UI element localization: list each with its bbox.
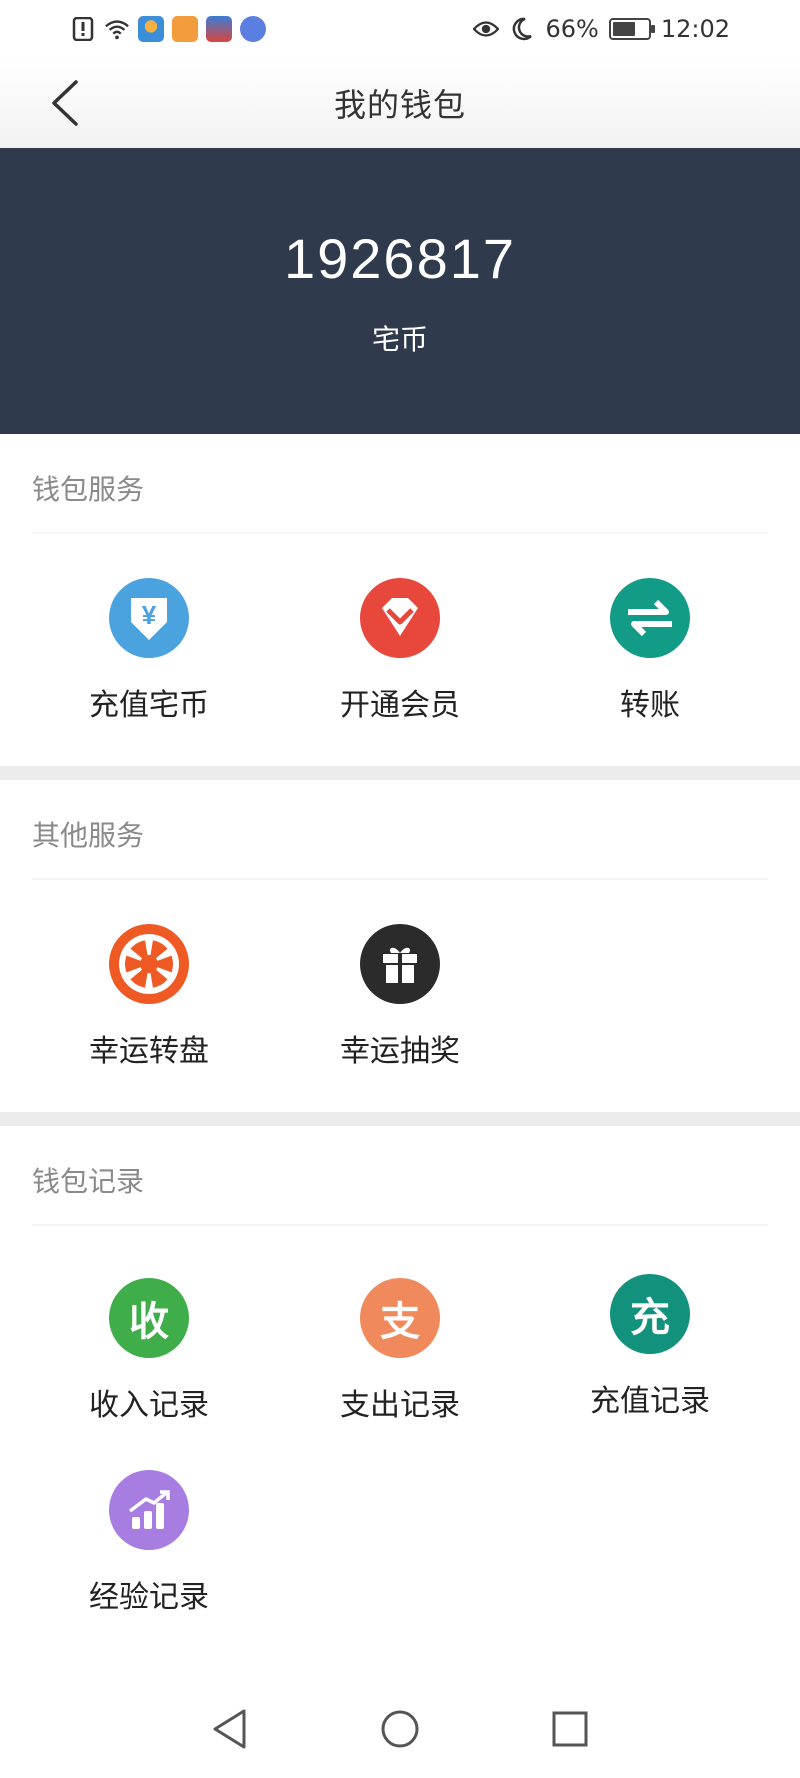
expense-icon: 支	[360, 1278, 440, 1358]
music-icon	[240, 16, 266, 42]
chevron-left-icon	[52, 80, 78, 126]
section-divider	[32, 1224, 768, 1226]
wallet-records-section: 钱包记录 收 收入记录 支 支出记录 充 充值记录 经验记录	[0, 1126, 800, 1680]
tile-open-vip[interactable]: 开通会员	[275, 578, 525, 724]
income-icon: 收	[109, 1278, 189, 1358]
tile-experience-record[interactable]: 经验记录	[24, 1470, 274, 1616]
balance-unit: 宅币	[371, 323, 428, 356]
wifi-icon	[104, 16, 130, 42]
section-divider	[32, 532, 768, 534]
tile-label: 收入记录	[89, 1388, 209, 1423]
recharge-glyph: 充	[630, 1295, 670, 1341]
battery-level	[612, 22, 636, 36]
transfer-arrows-icon	[610, 578, 690, 658]
section-title: 钱包服务	[32, 473, 145, 506]
section-divider	[32, 878, 768, 880]
clock: 12:02	[660, 15, 730, 43]
alert-icon	[70, 16, 96, 42]
svg-text:¥: ¥	[142, 600, 157, 630]
eye-icon	[473, 16, 500, 42]
app-notification-icon	[172, 16, 198, 42]
tile-label: 转账	[620, 688, 680, 723]
yen-download-icon: ¥	[109, 578, 189, 658]
system-home-button[interactable]	[370, 1699, 430, 1759]
tile-label: 幸运抽奖	[340, 1034, 460, 1069]
tile-label: 充值宅币	[89, 688, 209, 723]
recharge-icon: 充	[610, 1274, 690, 1354]
tile-lucky-draw[interactable]: 幸运抽奖	[275, 924, 525, 1070]
tile-expense-record[interactable]: 支 支出记录	[275, 1278, 525, 1424]
section-title: 钱包记录	[32, 1165, 145, 1198]
gift-icon	[360, 924, 440, 1004]
triangle-back-icon	[213, 1709, 246, 1749]
circle-home-icon	[381, 1710, 419, 1748]
other-services-section: 其他服务 幸运转盘 幸运抽奖	[0, 780, 800, 1112]
app-notification-icon	[206, 16, 232, 42]
section-title: 其他服务	[32, 819, 145, 852]
system-nav-bar	[0, 1680, 800, 1778]
tile-recharge-record[interactable]: 充 充值记录	[525, 1274, 775, 1420]
tile-label: 充值记录	[590, 1384, 710, 1419]
section-gap	[0, 1112, 800, 1126]
tile-income-record[interactable]: 收 收入记录	[24, 1278, 274, 1424]
income-glyph: 收	[129, 1299, 169, 1345]
status-right: 66% 12:02	[473, 15, 730, 43]
experience-chart-icon	[109, 1470, 189, 1550]
status-left	[70, 16, 266, 42]
balance-value: 1926817	[283, 227, 516, 290]
wallet-services-section: 钱包服务 ¥ 充值宅币 开通会员 转账	[0, 434, 800, 766]
back-button[interactable]	[40, 76, 90, 130]
tile-label: 幸运转盘	[89, 1034, 209, 1069]
battery-icon	[608, 18, 655, 40]
expense-glyph: 支	[380, 1299, 420, 1345]
app-notification-icon	[138, 16, 164, 42]
battery-percent: 66%	[545, 15, 599, 43]
moon-icon	[509, 16, 535, 42]
square-recents-icon	[552, 1711, 588, 1747]
tile-lucky-wheel[interactable]: 幸运转盘	[24, 924, 274, 1070]
tile-transfer[interactable]: 转账	[525, 578, 775, 724]
page-title: 我的钱包	[333, 86, 466, 124]
balance-panel: 1926817 宅币	[0, 148, 800, 434]
tile-label: 经验记录	[89, 1580, 209, 1615]
wheel-icon	[109, 924, 189, 1004]
system-recents-button[interactable]	[540, 1699, 600, 1759]
vip-gem-icon	[360, 578, 440, 658]
section-gap	[0, 766, 800, 780]
system-back-button[interactable]	[200, 1699, 260, 1759]
nav-bar: 我的钱包	[0, 58, 800, 148]
tile-label: 开通会员	[340, 688, 460, 723]
tile-label: 支出记录	[340, 1388, 460, 1423]
tile-recharge-coins[interactable]: ¥ 充值宅币	[24, 578, 274, 724]
status-bar: 66% 12:02	[0, 0, 800, 58]
